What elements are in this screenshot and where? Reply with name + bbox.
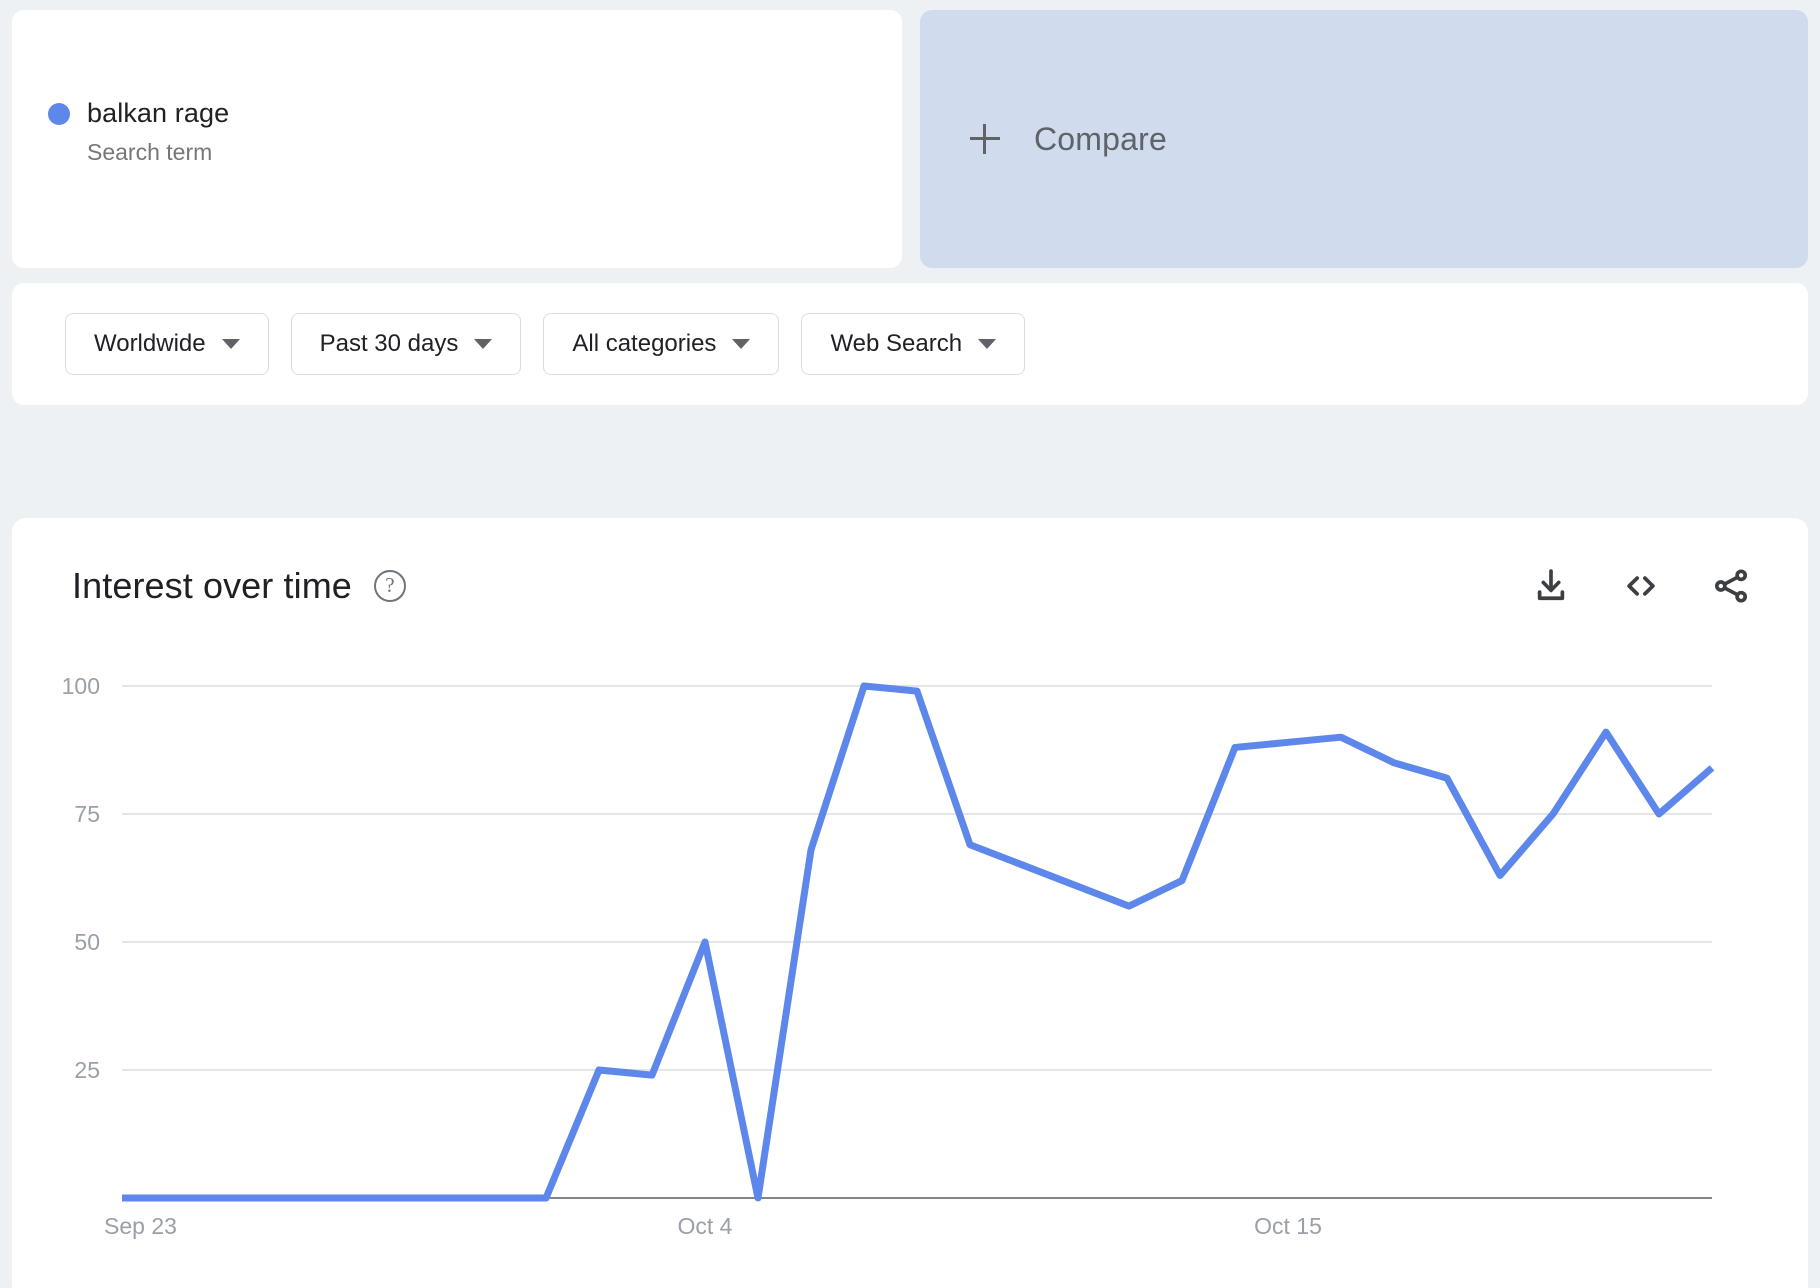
compare-label: Compare [1034,120,1168,157]
filter-location-label: Worldwide [94,330,206,357]
x-tick-label: Sep 23 [104,1213,177,1239]
search-term-type: Search term [87,139,213,165]
chevron-down-icon [732,339,751,349]
chart-header: Interest over time ? [12,518,1808,607]
series-color-dot [48,102,70,125]
filter-timerange[interactable]: Past 30 days [290,313,522,375]
help-circle-icon[interactable]: ? [373,570,406,602]
compare-button[interactable]: Compare [920,10,1808,268]
interest-chart-plot[interactable]: 25 50 75 100 Sep 23 Oct 4 Oct 15 [12,658,1808,1278]
x-tick-label: Oct 4 [678,1213,733,1239]
chart-svg: 25 50 75 100 Sep 23 Oct 4 Oct 15 [62,673,1715,1239]
summary-row: balkan rage Search term Compare [0,0,1820,270]
chevron-down-icon [474,339,493,349]
chevron-down-icon [221,339,240,349]
embed-code-icon[interactable] [1620,565,1662,607]
chart-x-tick-labels: Sep 23 Oct 4 Oct 15 [104,1213,1322,1239]
chart-gridlines [122,685,1712,1071]
y-tick-label: 75 [74,801,100,827]
y-tick-label: 50 [74,929,100,955]
filter-search-type-label: Web Search [830,330,963,357]
chart-title: Interest over time [72,565,352,606]
search-term-card[interactable]: balkan rage Search term [12,10,902,268]
filter-category-label: All categories [572,330,717,357]
chevron-down-icon [978,339,997,349]
filter-location[interactable]: Worldwide [65,313,269,375]
interest-over-time-card: Interest over time ? 25 50 75 100 Sep 23… [12,518,1808,1288]
search-term-label: balkan rage [87,98,230,128]
chart-actions [1530,565,1752,607]
y-tick-label: 100 [62,673,100,699]
download-icon[interactable] [1530,565,1572,607]
chart-title-wrap: Interest over time ? [72,565,406,607]
plus-icon [970,124,1000,154]
search-term-line: balkan rage [48,98,902,129]
share-icon[interactable] [1710,565,1752,607]
filter-search-type[interactable]: Web Search [801,313,1026,375]
y-tick-label: 25 [74,1057,100,1083]
filter-category[interactable]: All categories [543,313,780,375]
filter-bar: Worldwide Past 30 days All categories We… [12,283,1808,405]
chart-y-tick-labels: 25 50 75 100 [62,673,100,1083]
x-tick-label: Oct 15 [1254,1213,1322,1239]
filter-timerange-label: Past 30 days [319,330,459,357]
google-trends-page: balkan rage Search term Compare Worldwid… [0,0,1820,1288]
